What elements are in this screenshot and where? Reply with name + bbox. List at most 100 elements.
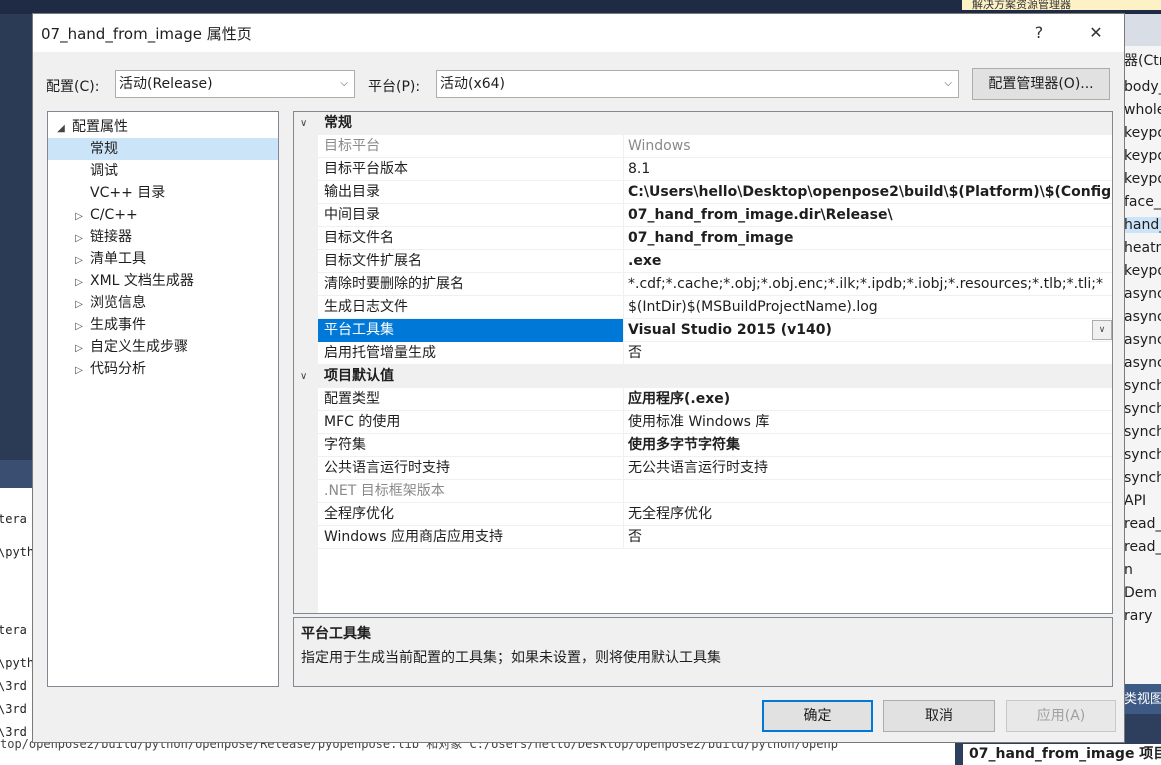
solution-explorer-item[interactable]: async xyxy=(1124,355,1161,371)
solution-explorer-item[interactable]: async xyxy=(1124,332,1161,348)
property-row[interactable]: .NET 目标框架版本 xyxy=(318,480,1112,503)
property-row[interactable]: 目标平台 Windows xyxy=(318,135,1112,158)
property-row[interactable]: 全程序优化 无全程序优化 xyxy=(318,503,1112,526)
property-row[interactable]: 启用托管增量生成否 xyxy=(318,342,1112,365)
expand-triangle-icon[interactable]: ▷ xyxy=(72,338,86,360)
solution-explorer-item[interactable]: face_f xyxy=(1124,194,1161,210)
solution-explorer-item[interactable]: hand_ xyxy=(1124,217,1161,233)
property-value[interactable]: 07_hand_from_image xyxy=(625,227,1112,250)
property-name: 输出目录 xyxy=(318,181,624,204)
dialog-title: 07_hand_from_image 属性页 xyxy=(41,25,252,43)
tree-item[interactable]: ▷ 自定义生成步骤 xyxy=(48,336,278,358)
expand-triangle-icon[interactable]: ▷ xyxy=(72,228,86,250)
solution-explorer-item[interactable]: rary xyxy=(1124,608,1152,624)
cancel-button[interactable]: 取消 xyxy=(883,700,995,732)
solution-explorer-item[interactable]: keypo xyxy=(1124,148,1161,164)
property-value[interactable]: $(IntDir)$(MSBuildProjectName).log xyxy=(625,296,1112,319)
tree-item-label: 自定义生成步骤 xyxy=(90,339,188,355)
property-value[interactable]: 使用标准 Windows 库 xyxy=(625,411,1112,434)
expand-triangle-icon[interactable]: ▷ xyxy=(72,272,86,294)
config-manager-button[interactable]: 配置管理器(O)... xyxy=(972,68,1110,100)
property-row[interactable]: 公共语言运行时支持 无公共语言运行时支持 xyxy=(318,457,1112,480)
solution-explorer-item[interactable]: synch xyxy=(1124,378,1161,394)
property-value[interactable]: Windows xyxy=(625,135,1112,158)
chevron-down-icon[interactable]: ∨ xyxy=(300,112,307,135)
property-category[interactable]: ∨ 常规 xyxy=(294,112,1112,135)
solution-explorer-item[interactable]: body_ xyxy=(1124,79,1161,95)
solution-explorer-item[interactable]: heatm xyxy=(1124,240,1161,256)
property-value[interactable]: 使用多字节字符集 xyxy=(625,434,1112,457)
help-button[interactable]: ? xyxy=(1013,14,1065,52)
chevron-down-icon[interactable]: ∨ xyxy=(300,365,307,388)
class-view-tab[interactable]: 类视图 xyxy=(1124,684,1161,714)
property-value[interactable]: Visual Studio 2015 (v140) xyxy=(625,319,1112,342)
solution-explorer-item[interactable]: synch xyxy=(1124,470,1161,486)
expand-triangle-icon[interactable]: ▷ xyxy=(72,294,86,316)
tree-item[interactable]: ▷ 浏览信息 xyxy=(48,292,278,314)
property-row[interactable]: MFC 的使用 使用标准 Windows 库 xyxy=(318,411,1112,434)
property-value[interactable] xyxy=(625,480,1112,503)
property-value[interactable]: 无公共语言运行时支持 xyxy=(625,457,1112,480)
platform-select[interactable]: 活动(x64) ⌵ xyxy=(436,70,959,98)
property-row[interactable]: 字符集 使用多字节字符集 xyxy=(318,434,1112,457)
console-line: tera xyxy=(0,512,27,526)
tree-item[interactable]: 调试 xyxy=(48,160,278,182)
property-value[interactable]: 无全程序优化 xyxy=(625,503,1112,526)
solution-explorer-item[interactable]: async xyxy=(1124,309,1161,325)
solution-explorer-search[interactable]: 器(Ctr xyxy=(1124,50,1161,70)
tree-item[interactable]: ▷ C/C++ xyxy=(48,204,278,226)
property-row[interactable]: 平台工具集 Visual Studio 2015 (v140) ∨ xyxy=(318,319,1112,342)
solution-explorer-item[interactable]: read_ xyxy=(1124,516,1161,532)
expand-triangle-icon[interactable]: ▷ xyxy=(72,316,86,338)
apply-button[interactable]: 应用(A) xyxy=(1006,700,1116,732)
property-value[interactable]: 应用程序(.exe) xyxy=(625,388,1112,411)
property-value[interactable]: 07_hand_from_image.dir\Release\ xyxy=(625,204,1112,227)
solution-explorer-item[interactable]: synch xyxy=(1124,424,1161,440)
tree-item[interactable]: ▷ 链接器 xyxy=(48,226,278,248)
solution-explorer-item[interactable]: synch xyxy=(1124,401,1161,417)
property-row[interactable]: 输出目录 C:\Users\hello\Desktop\openpose2\bui… xyxy=(318,181,1112,204)
tree-item[interactable]: ◢ 配置属性 xyxy=(48,116,278,138)
property-row[interactable]: 生成日志文件 $(IntDir)$(MSBuildProjectName).log xyxy=(318,296,1112,319)
expand-triangle-icon[interactable]: ▷ xyxy=(72,206,86,228)
solution-explorer-item[interactable]: whole xyxy=(1124,102,1161,118)
solution-explorer-item[interactable]: keypo xyxy=(1124,263,1161,279)
chevron-down-icon[interactable]: ∨ xyxy=(1092,320,1112,340)
solution-explorer-item[interactable]: synch xyxy=(1124,447,1161,463)
property-value[interactable]: .exe xyxy=(625,250,1112,273)
property-row[interactable]: 目标文件扩展名 .exe xyxy=(318,250,1112,273)
solution-explorer-item[interactable]: API xyxy=(1124,493,1146,509)
tree-item[interactable]: ▷ 代码分析 xyxy=(48,358,278,380)
close-button[interactable]: ✕ xyxy=(1070,14,1122,52)
solution-explorer-item[interactable]: keypo xyxy=(1124,171,1161,187)
property-row[interactable]: 清除时要删除的扩展名 *.cdf;*.cache;*.obj;*.obj.enc;… xyxy=(318,273,1112,296)
solution-explorer-item[interactable]: read_ xyxy=(1124,539,1161,555)
solution-explorer-item[interactable]: keypo xyxy=(1124,125,1161,141)
tree-item[interactable]: 常规 xyxy=(48,138,278,160)
config-select[interactable]: 活动(Release) ⌵ xyxy=(115,70,355,98)
property-row[interactable]: 中间目录 07_hand_from_image.dir\Release\ xyxy=(318,204,1112,227)
solution-explorer-item[interactable]: n xyxy=(1124,562,1133,578)
property-row[interactable]: 目标平台版本 8.1 xyxy=(318,158,1112,181)
property-row[interactable]: 目标文件名 07_hand_from_image xyxy=(318,227,1112,250)
property-value[interactable]: 8.1 xyxy=(625,158,1112,181)
property-value[interactable]: 否 xyxy=(625,342,1112,365)
tree-item[interactable]: ▷ 清单工具 xyxy=(48,248,278,270)
property-row[interactable]: 配置类型 应用程序(.exe) xyxy=(318,388,1112,411)
solution-explorer-item[interactable]: Dem xyxy=(1124,585,1157,601)
tree-item[interactable]: VC++ 目录 xyxy=(48,182,278,204)
property-value[interactable]: 否 xyxy=(625,526,1112,549)
ok-button[interactable]: 确定 xyxy=(762,700,873,732)
property-value[interactable]: *.cdf;*.cache;*.obj;*.obj.enc;*.ilk;*.ip… xyxy=(625,273,1112,296)
expand-triangle-icon[interactable]: ▷ xyxy=(72,250,86,272)
collapse-triangle-icon[interactable]: ◢ xyxy=(54,118,68,140)
expand-triangle-icon[interactable]: ▷ xyxy=(72,360,86,382)
property-category[interactable]: ∨ 项目默认值 xyxy=(294,365,1112,388)
property-value[interactable]: C:\Users\hello\Desktop\openpose2\build\$… xyxy=(625,181,1112,204)
solution-explorer-item[interactable]: async xyxy=(1124,286,1161,302)
platform-label: 平台(P): xyxy=(368,79,421,95)
property-row[interactable]: Windows 应用商店应用支持否 xyxy=(318,526,1112,549)
tree-item[interactable]: ▷ XML 文档生成器 xyxy=(48,270,278,292)
tree-item-label: VC++ 目录 xyxy=(90,185,166,201)
tree-item[interactable]: ▷ 生成事件 xyxy=(48,314,278,336)
